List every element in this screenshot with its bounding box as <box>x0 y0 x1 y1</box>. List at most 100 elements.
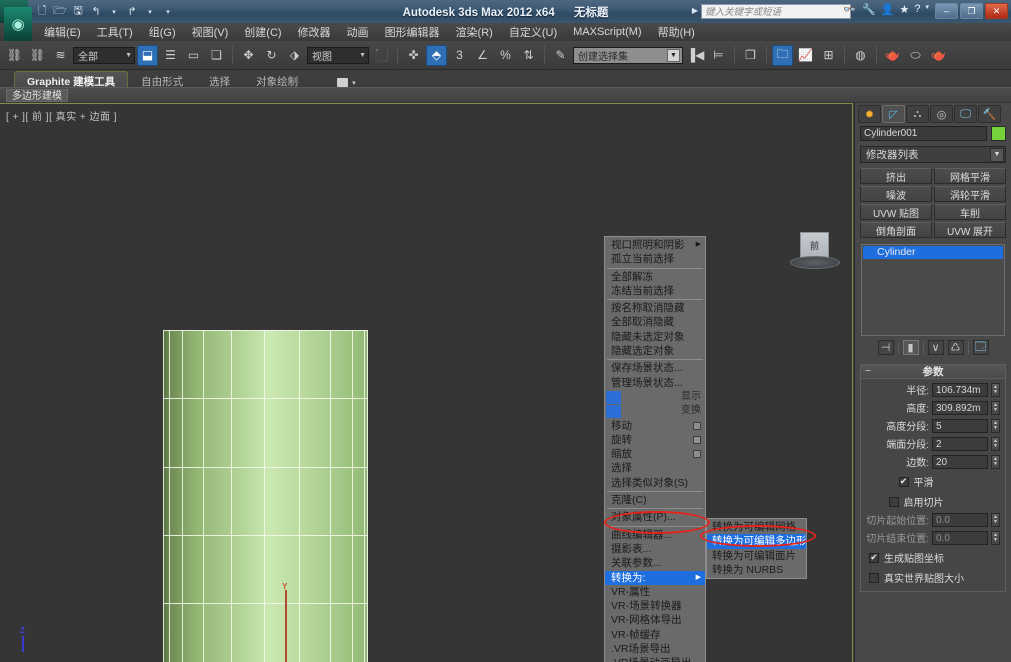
minimize-button[interactable]: – <box>935 3 958 19</box>
modifier-stack[interactable]: Cylinder <box>861 244 1005 336</box>
menu-customize[interactable]: 自定义(U) <box>501 23 565 41</box>
menu-help[interactable]: 帮助(H) <box>650 23 703 41</box>
select-and-move-icon[interactable]: ✥ <box>238 45 259 66</box>
ribbon-tab-selection[interactable]: 选择 <box>196 71 243 88</box>
show-end-result-icon[interactable]: ▮ <box>902 340 919 355</box>
cylinder-object[interactable] <box>163 330 368 662</box>
reference-coordinate-dropdown[interactable]: 视图 ▼ <box>307 46 369 64</box>
render-setup-icon[interactable]: 🫖 <box>882 45 903 66</box>
viewcube-compass-base[interactable] <box>790 256 840 269</box>
spinner-height-segments[interactable]: ▲ ▼ <box>991 418 1000 433</box>
object-name-input[interactable]: Cylinder001 <box>860 126 987 141</box>
spinner-cap-segments[interactable]: ▲ ▼ <box>991 436 1000 451</box>
ribbon-tab-object-paint[interactable]: 对象绘制 <box>243 71 311 88</box>
settings-box-icon[interactable] <box>693 450 701 459</box>
menu-item-wire-parameters[interactable]: 关联参数... <box>605 556 705 570</box>
undo-dropdown-icon[interactable]: ▾ <box>106 4 122 20</box>
menu-item-vray-mesh-export[interactable]: VR-网格体导出 <box>605 613 705 627</box>
menu-views[interactable]: 视图(V) <box>184 23 237 41</box>
material-editor-icon[interactable]: ◍ <box>850 45 871 66</box>
select-and-manipulate-icon[interactable]: ✜ <box>403 45 424 66</box>
spinner-slice-to[interactable]: ▲ ▼ <box>991 530 1000 545</box>
select-and-rotate-icon[interactable]: ↻ <box>261 45 282 66</box>
selection-filter-dropdown[interactable]: 全部 ▼ <box>73 46 135 64</box>
tab-motion[interactable]: ◎ <box>930 105 953 123</box>
settings-box-icon[interactable] <box>693 436 701 444</box>
modifier-button-meshsmooth[interactable]: 网格平滑 <box>934 168 1006 184</box>
new-icon[interactable]: 🗋 <box>34 4 50 20</box>
menu-item-rotate[interactable]: 旋转 <box>605 433 705 447</box>
open-icon[interactable]: 🗁 <box>52 4 68 20</box>
menu-create[interactable]: 创建(C) <box>236 23 289 41</box>
menu-animation[interactable]: 动画 <box>339 23 377 41</box>
select-link-icon[interactable]: ⛓ <box>4 45 25 66</box>
param-input-radius[interactable]: 106.734m <box>932 382 988 397</box>
menu-item-convert-to[interactable]: 转换为: ▶ <box>605 570 705 585</box>
make-unique-icon[interactable]: ∨ <box>927 340 944 355</box>
menu-modifiers[interactable]: 修改器 <box>290 23 339 41</box>
binoculars-icon[interactable]: 👓 <box>843 3 857 16</box>
undo-icon[interactable]: ↰ <box>88 4 104 20</box>
ribbon-tab-graphite-modeling[interactable]: Graphite 建模工具 <box>14 71 129 88</box>
configure-modifier-sets-icon[interactable]: 🗔 <box>972 340 989 355</box>
modifier-list-dropdown[interactable]: 修改器列表 ▼ <box>860 146 1006 163</box>
param-input-height[interactable]: 309.892m <box>932 400 988 415</box>
menu-item-vray-frame-buffer[interactable]: VR-帧缓存 <box>605 628 705 642</box>
angle-snap-toggle-icon[interactable]: ∠ <box>472 45 493 66</box>
menu-item-move[interactable]: 移动 <box>605 419 705 433</box>
render-production-icon[interactable]: 🫖 <box>928 45 949 66</box>
checkbox-real-world-map-size[interactable] <box>869 572 879 583</box>
spinner-radius[interactable]: ▲ ▼ <box>991 382 1000 397</box>
submenu-item-editable-mesh[interactable]: 转换为可编辑网格 <box>707 520 806 534</box>
search-expand-icon[interactable]: ▶ <box>692 6 698 15</box>
menu-item-vrscene-export[interactable]: .VR场景导出 <box>605 642 705 656</box>
help-dropdown-icon[interactable]: ▾ <box>925 3 929 16</box>
help-icon[interactable]: ? <box>914 3 920 16</box>
spinner-height[interactable]: ▲ ▼ <box>991 400 1000 415</box>
redo-icon[interactable]: ↱ <box>124 4 140 20</box>
tab-modify[interactable]: ◸ <box>882 105 905 123</box>
pin-stack-icon[interactable]: ⊣ <box>877 340 894 355</box>
modifier-button-uvw-map[interactable]: UVW 贴图 <box>860 204 932 220</box>
snap-3-icon[interactable]: 3 <box>449 45 470 66</box>
remove-modifier-icon[interactable]: ♺ <box>947 340 964 355</box>
checkbox-smooth[interactable]: ✔ <box>898 476 909 487</box>
unlink-icon[interactable]: ⛓ <box>27 45 48 66</box>
param-input-slice-from[interactable]: 0.0 <box>932 512 988 527</box>
bind-to-space-warp-icon[interactable]: ≋ <box>50 45 71 66</box>
save-icon[interactable]: 🖫 <box>70 4 86 20</box>
modifier-button-extrude[interactable]: 挤出 <box>860 168 932 184</box>
settings-box-icon[interactable] <box>693 421 701 430</box>
menu-item-object-properties[interactable]: 对象属性(P)... <box>605 510 705 524</box>
collapse-icon[interactable]: − <box>865 366 871 377</box>
curve-editor-icon[interactable]: 📈 <box>795 45 816 66</box>
checkbox-slice-on[interactable] <box>888 496 899 507</box>
menu-item-manage-scene-state[interactable]: 管理场景状态... <box>605 376 705 390</box>
close-button[interactable]: ✕ <box>985 3 1008 19</box>
submenu-item-editable-poly[interactable]: 转换为可编辑多边形 <box>707 534 807 549</box>
snaps-toggle-icon[interactable]: ⬘ <box>426 44 447 66</box>
edit-named-selection-sets-icon[interactable]: ✎ <box>550 45 571 66</box>
people-icon[interactable]: 👤 <box>881 3 895 16</box>
rollout-header-parameters[interactable]: − 参数 <box>861 365 1005 379</box>
menu-item-select-similar[interactable]: 选择类似对象(S) <box>605 476 705 490</box>
viewcube[interactable]: 前 <box>786 232 842 270</box>
modifier-stack-item-cylinder[interactable]: Cylinder <box>863 246 1003 259</box>
spinner-sides[interactable]: ▲ ▼ <box>991 454 1000 469</box>
layer-manager-icon[interactable]: ❐ <box>740 45 761 66</box>
menu-item-unhide-all[interactable]: 全部取消隐藏 <box>605 315 705 329</box>
select-and-scale-icon[interactable]: ⬗ <box>284 45 305 66</box>
viewcube-front-face[interactable]: 前 <box>800 232 829 259</box>
info-center-search-input[interactable]: 键入关键字或短语 <box>701 4 851 19</box>
ribbon-tab-freeform[interactable]: 自由形式 <box>128 71 196 88</box>
menu-tools[interactable]: 工具(T) <box>89 23 141 41</box>
param-input-height-segments[interactable]: 5 <box>932 418 988 433</box>
maximize-button[interactable]: ❐ <box>960 3 983 19</box>
select-object-icon[interactable]: ⬓ <box>137 44 158 66</box>
menu-item-vray-properties[interactable]: VR-属性 <box>605 585 705 599</box>
ribbon-panel-polygon-modeling[interactable]: 多边形建模 <box>6 88 68 102</box>
menu-item-save-scene-state[interactable]: 保存场景状态... <box>605 361 705 375</box>
menu-item-scale[interactable]: 缩放 <box>605 447 705 461</box>
menu-item-hide-selection[interactable]: 隐藏选定对象 <box>605 344 705 358</box>
tab-utilities[interactable]: 🔨 <box>978 105 1001 123</box>
